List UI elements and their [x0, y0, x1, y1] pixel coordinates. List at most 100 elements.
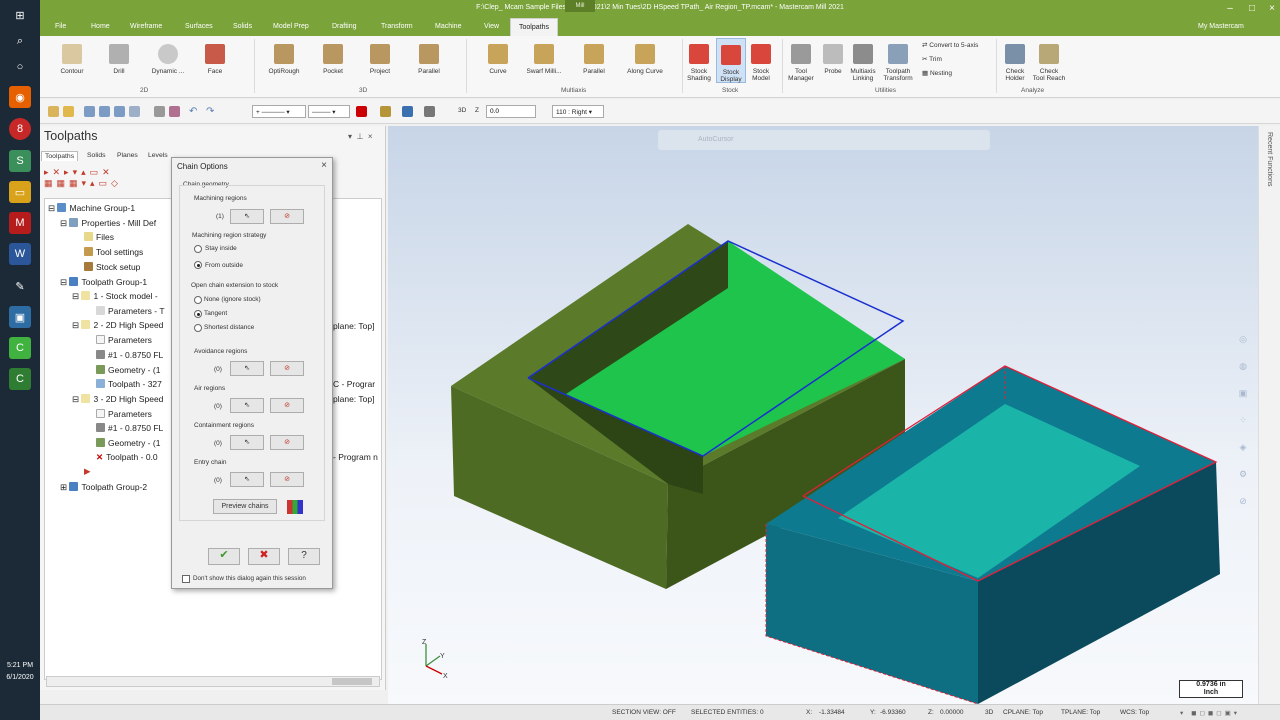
solid-color-icon[interactable]: [380, 106, 391, 117]
8x8-icon[interactable]: 8: [9, 118, 31, 140]
tree-node[interactable]: ⊟ Toolpath Group-1: [60, 277, 147, 288]
pocket-button[interactable]: Pocket: [311, 38, 355, 83]
recorder-icon[interactable]: C: [9, 368, 31, 390]
parallel-3d-button[interactable]: Parallel: [407, 38, 451, 83]
clear-avoidance-button[interactable]: ⊘: [270, 361, 304, 376]
windows-start-icon[interactable]: ⊞: [9, 4, 31, 26]
menu-surfaces[interactable]: Surfaces: [185, 23, 213, 30]
tree-node[interactable]: Parameters: [96, 409, 152, 419]
insert-arrow-icon[interactable]: ▶: [84, 466, 91, 477]
toolpath-manager-toolbar[interactable]: ▸✕▸▾▴▭✕ ▦▦▦▾▴▭◇: [44, 167, 169, 193]
firefox-icon[interactable]: ◉: [9, 86, 31, 108]
select-avoidance-button[interactable]: ⇖: [230, 361, 264, 376]
tab-planes[interactable]: Planes: [114, 151, 141, 160]
multiaxis-linking-button[interactable]: Multiaxis Linking: [846, 38, 880, 83]
view-tools-strip[interactable]: ◎ ◍ ▣ ⁘ ◈ ⚙ ⊘: [1234, 326, 1252, 515]
wireframe-color-icon[interactable]: [356, 106, 367, 117]
dont-show-checkbox[interactable]: [182, 575, 190, 583]
clear-machining-button[interactable]: ⊘: [270, 209, 304, 224]
open-file-icon[interactable]: [63, 106, 74, 117]
tree-node[interactable]: ⊟ 2 - 2D High Speed: [72, 320, 163, 331]
select-machining-button[interactable]: ⇖: [230, 209, 264, 224]
save-as-icon[interactable]: [99, 106, 110, 117]
graphics-viewport[interactable]: AutoCursor Z Y X ◎ ◍ ▣ ⁘ ◈ ⚙ ⊘: [388, 126, 1258, 704]
parallel-multiaxis-button[interactable]: Parallel: [572, 38, 616, 83]
select-entry-button[interactable]: ⇖: [230, 472, 264, 487]
menu-drafting[interactable]: Drafting: [332, 23, 357, 30]
preview-chains-button[interactable]: Preview chains: [213, 499, 277, 514]
stock-shading-button[interactable]: Stock Shading: [684, 38, 714, 83]
project-button[interactable]: Project: [358, 38, 402, 83]
menu-view[interactable]: View: [484, 23, 499, 30]
select-air-button[interactable]: ⇖: [230, 398, 264, 413]
z-depth-input[interactable]: [486, 105, 536, 118]
tree-node[interactable]: ⊟ Machine Group-1: [48, 203, 135, 214]
optirough-button[interactable]: OptiRough: [262, 38, 306, 83]
redo-icon[interactable]: ↷: [206, 106, 217, 117]
tree-node[interactable]: ⊟ Properties - Mill Def: [60, 218, 156, 229]
tree-node[interactable]: Files: [84, 232, 114, 242]
tree-node[interactable]: Toolpath - 327: [96, 379, 162, 389]
search-icon[interactable]: ⌕: [9, 30, 31, 52]
chat-app-icon[interactable]: S: [9, 150, 31, 172]
pen-app-icon[interactable]: ✎: [9, 275, 31, 297]
scroll-thumb[interactable]: [332, 678, 372, 685]
print-preview-icon[interactable]: [129, 106, 140, 117]
clear-entry-button[interactable]: ⊘: [270, 472, 304, 487]
contour-button[interactable]: Contour: [50, 38, 94, 83]
undo-icon[interactable]: ↶: [189, 106, 200, 117]
help-button[interactable]: ?: [288, 548, 320, 565]
shortest-distance-label[interactable]: Shortest distance: [204, 324, 254, 331]
stay-inside-radio[interactable]: [194, 245, 202, 253]
maximize-icon[interactable]: □: [1242, 2, 1262, 15]
tree-node[interactable]: Tool settings: [84, 247, 143, 257]
tplane-status[interactable]: TPLANE: Top: [1061, 709, 1100, 716]
cancel-button[interactable]: ✖: [248, 548, 280, 565]
toolpath-transform-button[interactable]: Toolpath Transform: [880, 38, 916, 83]
line-style-select[interactable]: + ───── ▾: [252, 105, 306, 118]
shortest-distance-radio[interactable]: [194, 324, 202, 332]
stay-inside-label[interactable]: Stay inside: [205, 245, 237, 252]
tree-hscrollbar[interactable]: [46, 676, 380, 687]
wcs-status[interactable]: WCS: Top: [1120, 709, 1149, 716]
check-tool-reach-button[interactable]: Check Tool Reach: [1030, 38, 1068, 83]
check-holder-button[interactable]: Check Holder: [998, 38, 1032, 83]
menu-transform[interactable]: Transform: [381, 23, 413, 30]
display-mode-icons[interactable]: ▾ ◼◻◼◻▣▾: [1180, 709, 1240, 717]
menu-solids[interactable]: Solids: [233, 23, 252, 30]
recent-functions-strip[interactable]: Recent Functions: [1258, 126, 1280, 704]
stock-model-button[interactable]: Stock Model: [746, 38, 776, 83]
clear-containment-button[interactable]: ⊘: [270, 435, 304, 450]
view-select[interactable]: 110 : Right ▾: [552, 105, 604, 118]
my-mastercam-link[interactable]: My Mastercam: [1198, 23, 1244, 30]
ok-button[interactable]: ✔: [208, 548, 240, 565]
tab-toolpaths[interactable]: Toolpaths: [41, 151, 79, 161]
menu-machine[interactable]: Machine: [435, 23, 461, 30]
file-explorer-icon[interactable]: ▭: [9, 181, 31, 203]
tree-node[interactable]: Stock setup: [84, 262, 140, 272]
cortana-icon[interactable]: ○: [9, 56, 31, 78]
image-app-icon[interactable]: ▣: [9, 306, 31, 328]
drill-button[interactable]: Drill: [97, 38, 141, 83]
surface-color-icon[interactable]: [402, 106, 413, 117]
select-containment-button[interactable]: ⇖: [230, 435, 264, 450]
new-file-icon[interactable]: [48, 106, 59, 117]
menu-model-prep[interactable]: Model Prep: [273, 23, 309, 30]
tree-node[interactable]: #1 - 0.8750 FL: [96, 423, 163, 433]
from-outside-label[interactable]: From outside: [205, 262, 243, 269]
recent-functions-tab[interactable]: Recent Functions: [1266, 132, 1273, 186]
none-ignore-stock-label[interactable]: None (ignore stock): [204, 296, 261, 303]
close-icon[interactable]: ×: [321, 160, 327, 171]
tree-node[interactable]: ⊞ Toolpath Group-2: [60, 482, 147, 493]
nesting-button[interactable]: ▦ Nesting: [922, 69, 952, 77]
along-curve-button[interactable]: Along Curve: [620, 38, 670, 83]
panel-controls[interactable]: ▾ ⊥ ×: [348, 132, 373, 141]
tree-node[interactable]: ⊟ 1 - Stock model -: [72, 291, 158, 302]
save-icon[interactable]: [84, 106, 95, 117]
probe-button[interactable]: Probe: [818, 38, 848, 83]
camtasia-icon[interactable]: C: [9, 337, 31, 359]
dont-show-label[interactable]: Don't show this dialog again this sessio…: [193, 575, 306, 582]
dynamic-button[interactable]: Dynamic ...: [146, 38, 190, 83]
section-view-status[interactable]: SECTION VIEW: OFF: [612, 709, 676, 716]
preview-colors-icon[interactable]: [287, 500, 303, 514]
